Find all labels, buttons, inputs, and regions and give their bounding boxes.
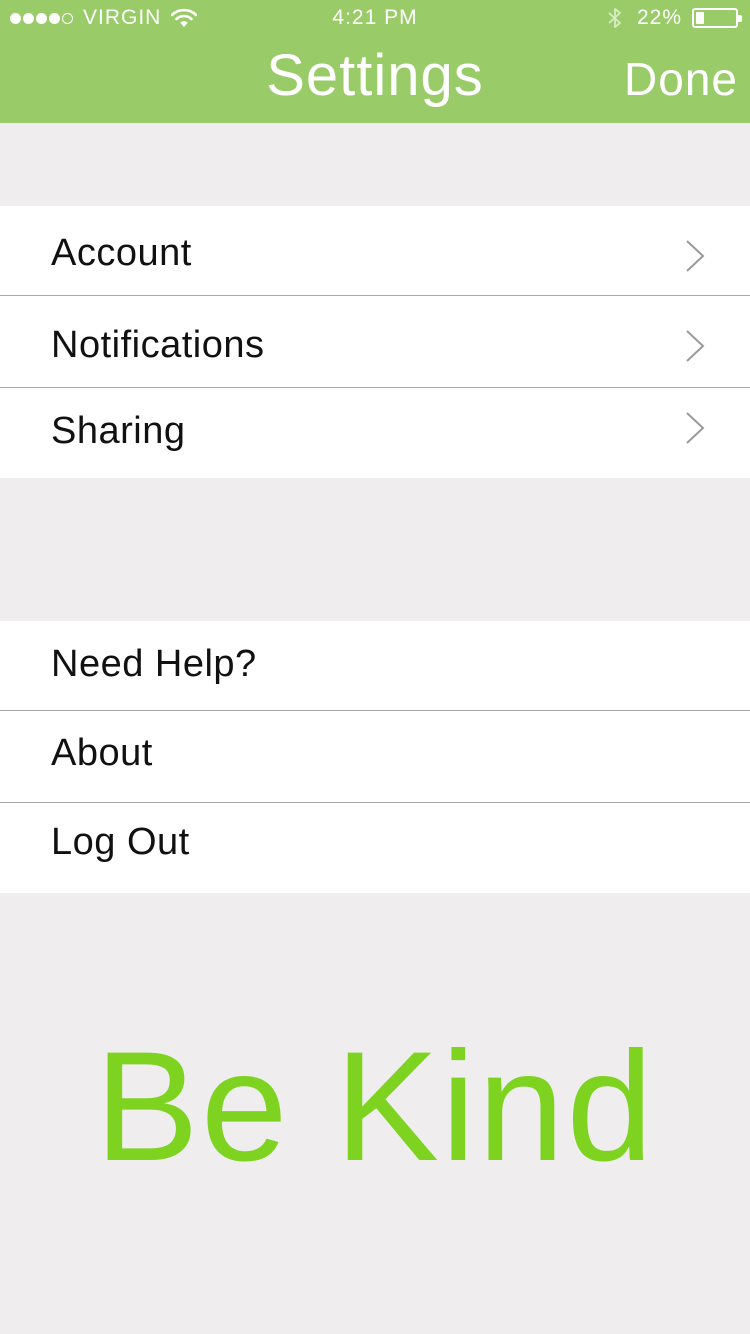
- battery-icon: [692, 8, 742, 28]
- chevron-right-icon: [686, 412, 705, 444]
- tagline: Be Kind: [94, 1020, 656, 1194]
- done-button[interactable]: Done: [624, 52, 738, 106]
- row-label: Notifications: [51, 324, 265, 366]
- settings-group-primary: Account Notifications Sharing: [0, 206, 750, 478]
- nav-bar: VIRGIN 4:21 PM 22% Settings Done: [0, 0, 750, 123]
- about-row[interactable]: About: [0, 711, 750, 803]
- battery-level: [696, 12, 704, 24]
- row-label: Sharing: [51, 410, 186, 452]
- bluetooth-icon: [607, 6, 623, 30]
- chevron-right-icon: [686, 240, 705, 272]
- row-label: Need Help?: [51, 643, 257, 685]
- battery-tip: [738, 15, 742, 22]
- sharing-row[interactable]: Sharing: [0, 388, 750, 478]
- row-label: Account: [51, 232, 192, 274]
- settings-group-secondary: Need Help? About Log Out: [0, 621, 750, 893]
- need-help-row[interactable]: Need Help?: [0, 621, 750, 711]
- log-out-row[interactable]: Log Out: [0, 803, 750, 893]
- row-label: Log Out: [51, 821, 190, 863]
- battery-percent: 22%: [636, 6, 682, 29]
- right-status: 22%: [607, 6, 742, 30]
- row-label: About: [51, 732, 153, 774]
- status-bar: VIRGIN 4:21 PM 22%: [0, 0, 750, 36]
- account-row[interactable]: Account: [0, 206, 750, 296]
- chevron-right-icon: [686, 330, 705, 362]
- notifications-row[interactable]: Notifications: [0, 296, 750, 388]
